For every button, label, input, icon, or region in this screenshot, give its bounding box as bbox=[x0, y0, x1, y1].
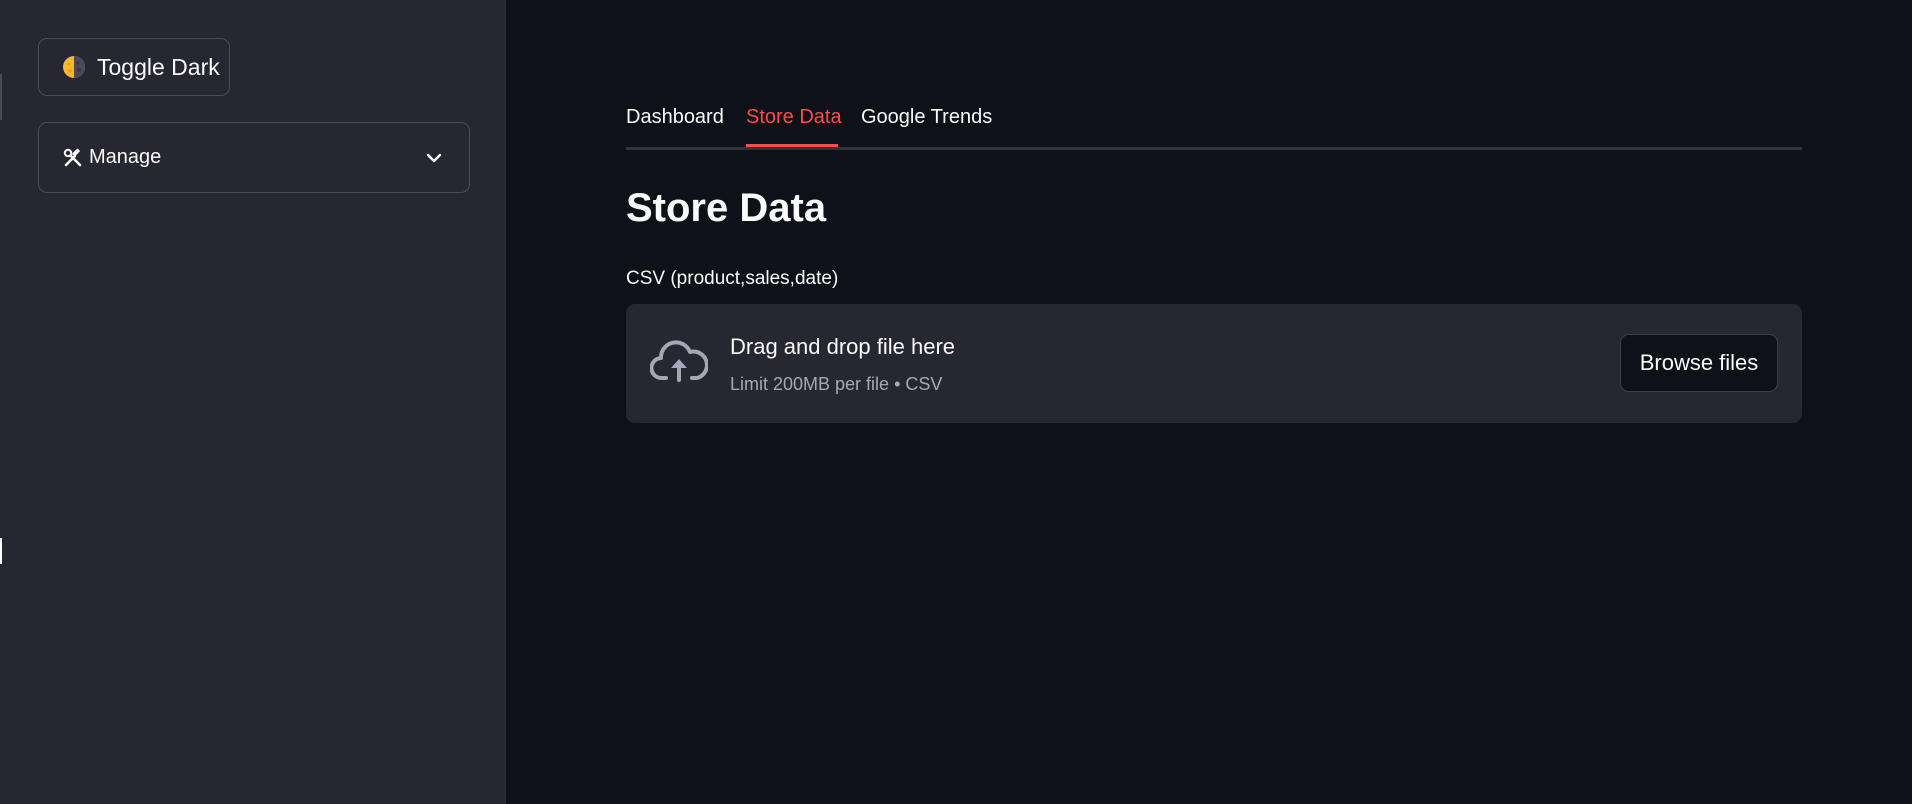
file-uploader-label: CSV (product,sales,date) bbox=[626, 268, 839, 289]
main-content: Dashboard Store Data Google Trends Store… bbox=[626, 0, 1802, 804]
browse-files-button[interactable]: Browse files bbox=[1620, 334, 1778, 392]
active-tab-indicator bbox=[746, 144, 838, 147]
text-cursor-marker bbox=[0, 538, 2, 564]
tab-dashboard[interactable]: Dashboard bbox=[626, 106, 724, 143]
file-limit-hint: Limit 200MB per file • CSV bbox=[730, 374, 943, 394]
chevron-down-icon[interactable] bbox=[423, 147, 445, 169]
cloud-upload-icon bbox=[650, 340, 708, 386]
toggle-dark-label: Toggle Dark bbox=[97, 53, 220, 80]
sidebar: Toggle Dark Manage bbox=[0, 0, 506, 804]
sidebar-edge-marker bbox=[0, 74, 2, 120]
half-moon-icon bbox=[61, 54, 87, 80]
page-title: Store Data bbox=[626, 186, 827, 230]
app-root: Toggle Dark Manage Dashboard Store Data … bbox=[0, 0, 1912, 804]
tab-store-data[interactable]: Store Data bbox=[746, 106, 842, 143]
file-dropzone[interactable]: Drag and drop file here Limit 200MB per … bbox=[626, 304, 1802, 423]
tab-bar: Dashboard Store Data Google Trends bbox=[626, 98, 1802, 150]
tab-google-trends[interactable]: Google Trends bbox=[861, 106, 992, 143]
hammer-wrench-icon bbox=[63, 148, 83, 168]
manage-expander[interactable]: Manage bbox=[38, 122, 470, 193]
toggle-dark-button[interactable]: Toggle Dark bbox=[38, 38, 230, 96]
manage-expander-label: Manage bbox=[89, 146, 162, 168]
drop-instructions: Drag and drop file here bbox=[730, 334, 956, 359]
